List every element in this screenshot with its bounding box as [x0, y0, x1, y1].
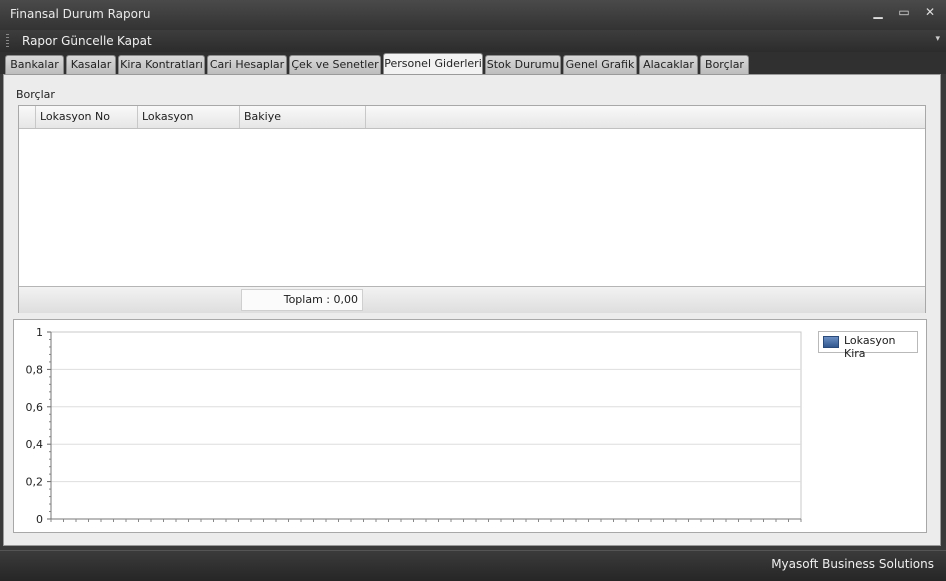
minimize-icon[interactable]: ▁ — [870, 5, 886, 19]
window-controls: ▁ ▭ ✕ — [870, 5, 938, 19]
toolbar-grip-icon[interactable] — [6, 34, 9, 48]
y-tick-label: 0,8 — [26, 363, 44, 376]
tab-alacaklar[interactable]: Alacaklar — [639, 55, 698, 74]
y-tick-label: 0,2 — [26, 476, 44, 489]
tab-strip: Bankalar Kasalar Kira Kontratları Cari H… — [0, 52, 946, 74]
tab-personel-giderleri[interactable]: Personel Giderleri — [383, 53, 483, 74]
status-bar: Myasoft Business Solutions — [0, 550, 946, 581]
chart-panel: 0 0,2 0,4 0,6 0,8 1 Lokasyon Kira — [13, 319, 927, 533]
grid-footer: Toplam : 0,00 — [19, 286, 925, 313]
tab-bankalar[interactable]: Bankalar — [5, 55, 64, 74]
column-header-bakiye[interactable]: Bakiye — [240, 106, 366, 128]
maximize-icon[interactable]: ▭ — [896, 5, 912, 19]
y-tick-label: 1 — [36, 326, 43, 339]
legend-label: Lokasyon Kira — [844, 334, 896, 360]
plot-area — [50, 331, 802, 520]
total-summary: Toplam : 0,00 — [241, 289, 363, 311]
close-icon[interactable]: ✕ — [922, 5, 938, 19]
tab-content-panel: Borçlar Lokasyon No Lokasyon Bakiye Topl… — [3, 74, 941, 546]
tab-stok-durumu[interactable]: Stok Durumu — [485, 55, 561, 74]
y-tick-label: 0,4 — [26, 438, 44, 451]
tab-genel-grafik[interactable]: Genel Grafik — [563, 55, 637, 74]
refresh-report-menu-item[interactable]: Rapor Güncelle — [22, 34, 114, 48]
column-header-lokasyon-no[interactable]: Lokasyon No — [36, 106, 138, 128]
group-label: Borçlar — [16, 88, 55, 101]
tab-borclar[interactable]: Borçlar — [700, 55, 749, 74]
chart-plot: 0 0,2 0,4 0,6 0,8 1 — [26, 326, 802, 526]
row-indicator-header[interactable] — [19, 106, 36, 128]
chart-legend: Lokasyon Kira — [818, 331, 918, 360]
tab-kasalar[interactable]: Kasalar — [66, 55, 116, 74]
overflow-chevron-icon[interactable]: ▾ — [935, 34, 940, 44]
grid-header: Lokasyon No Lokasyon Bakiye — [19, 106, 925, 129]
window-title: Finansal Durum Raporu — [10, 7, 151, 21]
company-name: Myasoft Business Solutions — [771, 557, 934, 571]
column-header-lokasyon[interactable]: Lokasyon — [138, 106, 240, 128]
y-tick-label: 0 — [36, 513, 43, 526]
data-grid[interactable]: Lokasyon No Lokasyon Bakiye Toplam : 0,0… — [18, 105, 926, 313]
tab-kira-kontratlari[interactable]: Kira Kontratları — [118, 55, 205, 74]
menu-bar: Rapor Güncelle Kapat ▾ — [0, 30, 946, 53]
legend-swatch — [823, 336, 839, 348]
close-menu-item[interactable]: Kapat — [117, 34, 152, 48]
y-tick-label: 0,6 — [26, 401, 44, 414]
tab-cari-hesaplar[interactable]: Cari Hesaplar — [207, 55, 287, 74]
tab-cek-ve-senetler[interactable]: Çek ve Senetler — [289, 55, 381, 74]
title-bar: Finansal Durum Raporu ▁ ▭ ✕ — [0, 0, 946, 30]
